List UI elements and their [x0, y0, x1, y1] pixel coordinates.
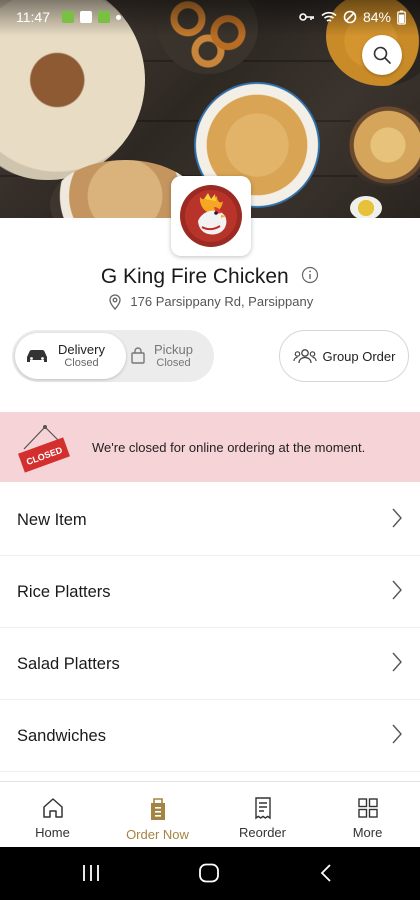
car-icon — [27, 350, 47, 362]
shopping-bag-icon — [131, 347, 145, 364]
more-notifications-icon — [116, 14, 121, 20]
menu-category-list: New Item Rice Platters Salad Platters Sa… — [0, 484, 420, 772]
notification-icon — [80, 11, 92, 23]
home-icon — [42, 798, 63, 818]
restaurant-address: 176 Parsippany Rd, Parsippany — [0, 293, 420, 310]
group-order-label: Group Order — [322, 348, 396, 364]
order-mode-toggle: Delivery Closed Pickup Closed — [12, 330, 214, 382]
wifi-icon — [321, 11, 337, 22]
menu-category-label: Rice Platters — [17, 583, 111, 601]
search-icon — [373, 46, 391, 64]
pickup-status: Closed — [156, 357, 191, 370]
nav-reorder-label: Reorder — [239, 825, 286, 840]
key-icon — [299, 13, 314, 21]
group-order-button[interactable]: Group Order — [279, 330, 409, 382]
nav-order-now-label: Order Now — [126, 827, 189, 842]
closed-sign-icon: CLOSED — [18, 425, 70, 473]
nav-more-label: More — [352, 825, 383, 840]
nav-home[interactable]: Home — [0, 782, 105, 847]
back-icon[interactable] — [318, 863, 334, 883]
pickup-option[interactable]: Pickup Closed — [130, 333, 214, 379]
info-icon[interactable] — [301, 266, 319, 284]
menu-category-label: Salad Platters — [17, 655, 120, 673]
chevron-right-icon — [392, 724, 402, 744]
restaurant-name: G King Fire Chicken — [100, 265, 289, 288]
small-sauce-dish — [350, 196, 382, 218]
do-not-disturb-icon — [343, 10, 357, 24]
group-icon — [292, 349, 317, 364]
recent-apps-icon[interactable] — [80, 863, 102, 883]
chevron-right-icon — [392, 652, 402, 672]
notification-icon — [62, 11, 74, 23]
search-button[interactable] — [362, 35, 402, 75]
menu-category-item[interactable]: Rice Platters — [0, 556, 420, 628]
chevron-right-icon — [392, 508, 402, 528]
system-nav-bar — [0, 847, 420, 900]
battery-icon — [397, 10, 406, 25]
delivery-status: Closed — [64, 357, 99, 370]
battery-percent: 84% — [362, 9, 391, 25]
status-time: 11:47 — [16, 9, 50, 25]
menu-category-item[interactable]: New Item — [0, 484, 420, 556]
home-system-icon[interactable] — [198, 863, 220, 883]
restaurant-logo — [171, 176, 251, 256]
menu-category-label: Sandwiches — [17, 727, 106, 745]
bag-icon — [150, 798, 165, 820]
closed-message: We're closed for online ordering at the … — [92, 440, 366, 455]
receipt-icon — [254, 797, 271, 820]
delivery-label: Delivery — [58, 341, 105, 357]
status-bar: 11:47 84% — [0, 0, 420, 36]
nav-order-now[interactable]: Order Now — [105, 782, 210, 847]
menu-category-item[interactable]: Sandwiches — [0, 700, 420, 772]
nav-more[interactable]: More — [315, 782, 420, 847]
location-pin-icon — [109, 293, 121, 310]
chevron-right-icon — [392, 580, 402, 600]
address-text: 176 Parsippany Rd, Parsippany — [130, 294, 314, 310]
menu-category-item[interactable]: Salad Platters — [0, 628, 420, 700]
grid-icon — [357, 798, 378, 818]
hummus-dish — [342, 104, 420, 186]
rooster-logo-icon — [180, 185, 242, 247]
pickup-label: Pickup — [154, 341, 194, 357]
bottom-nav: Home Order Now Reorder More — [0, 781, 420, 847]
menu-category-label: New Item — [17, 511, 87, 529]
nav-reorder[interactable]: Reorder — [210, 782, 315, 847]
notification-icon — [98, 11, 110, 23]
delivery-option[interactable]: Delivery Closed — [15, 333, 126, 379]
nav-home-label: Home — [35, 825, 70, 840]
